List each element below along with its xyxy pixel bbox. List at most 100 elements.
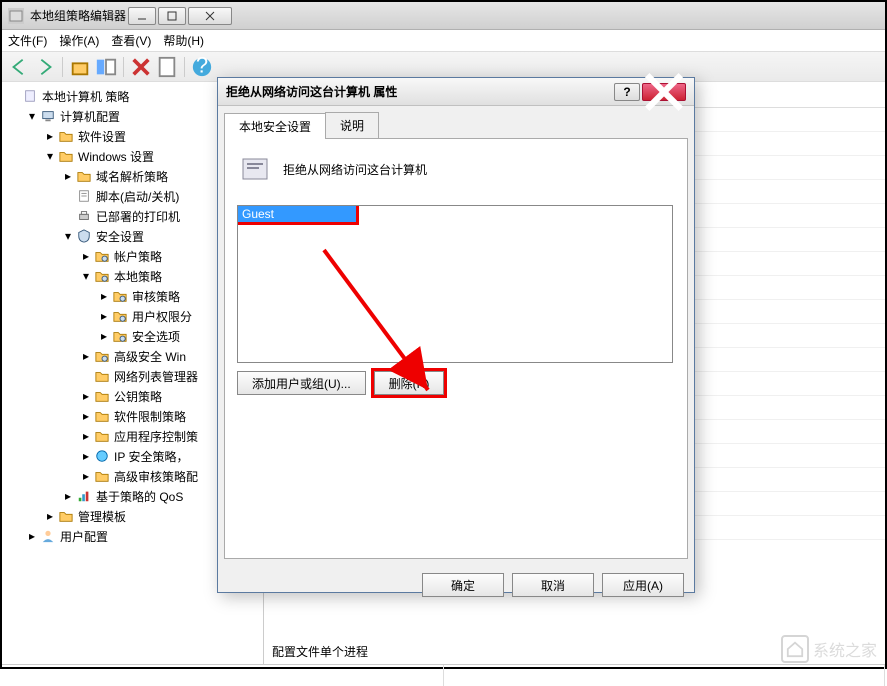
- expand-icon[interactable]: ▸: [80, 350, 92, 362]
- expand-icon[interactable]: [8, 90, 20, 102]
- tree-label: 已部署的打印机: [96, 208, 180, 225]
- tab-content: 拒绝从网络访问这台计算机 Guest 添加用户或组(U)... 删除(R): [224, 139, 688, 559]
- folder-icon: [58, 508, 74, 524]
- menubar: 文件(F) 操作(A) 查看(V) 帮助(H): [2, 30, 885, 52]
- up-icon[interactable]: [69, 56, 91, 78]
- show-hide-icon[interactable]: [95, 56, 117, 78]
- separator: [123, 57, 124, 77]
- expand-icon[interactable]: ▸: [80, 430, 92, 442]
- tree-label: 管理模板: [78, 508, 126, 525]
- right-bottom-item[interactable]: 配置文件单个进程: [272, 643, 368, 660]
- folder-sec-icon: [94, 268, 110, 284]
- tree-label: 高级安全 Win: [114, 348, 186, 365]
- tree-label: 基于策略的 QoS: [96, 488, 183, 505]
- window-buttons: [126, 7, 232, 25]
- tree-label: 脚本(启动/关机): [96, 188, 179, 205]
- menu-action[interactable]: 操作(A): [59, 32, 99, 49]
- close-button[interactable]: [188, 7, 232, 25]
- expand-icon[interactable]: ▸: [80, 390, 92, 402]
- cancel-button[interactable]: 取消: [512, 573, 594, 597]
- folder-icon: [58, 148, 74, 164]
- tree-label: 高级审核策略配: [114, 468, 198, 485]
- folder-icon: [94, 388, 110, 404]
- tree-label: 软件限制策略: [114, 408, 186, 425]
- menu-view[interactable]: 查看(V): [111, 32, 151, 49]
- expand-icon[interactable]: ▸: [44, 130, 56, 142]
- delete-button[interactable]: 删除(R): [374, 371, 445, 395]
- menu-help[interactable]: 帮助(H): [163, 32, 204, 49]
- ipsec-icon: [94, 448, 110, 464]
- tree-label: 审核策略: [132, 288, 180, 305]
- folder-icon: [94, 408, 110, 424]
- expand-icon[interactable]: ▸: [98, 290, 110, 302]
- ok-button[interactable]: 确定: [422, 573, 504, 597]
- tree-label: Windows 设置: [78, 148, 154, 165]
- expand-icon[interactable]: ▸: [26, 530, 38, 542]
- expand-icon[interactable]: ▸: [62, 490, 74, 502]
- user-icon: [40, 528, 56, 544]
- tree-label: 安全选项: [132, 328, 180, 345]
- users-listbox[interactable]: Guest: [237, 205, 673, 363]
- expand-icon[interactable]: ▸: [98, 330, 110, 342]
- expand-icon[interactable]: ▸: [44, 510, 56, 522]
- printer-icon: [76, 208, 92, 224]
- expand-icon[interactable]: ▾: [26, 110, 38, 122]
- expand-icon[interactable]: ▸: [80, 470, 92, 482]
- policy-header: 拒绝从网络访问这台计算机: [237, 151, 675, 187]
- expand-icon[interactable]: ▾: [44, 150, 56, 162]
- back-icon[interactable]: [8, 56, 30, 78]
- properties-dialog: 拒绝从网络访问这台计算机 属性 ? 本地安全设置 说明 拒绝从网络访问这台计算机…: [217, 77, 695, 593]
- separator: [184, 57, 185, 77]
- properties-icon[interactable]: [156, 56, 178, 78]
- minimize-button[interactable]: [128, 7, 156, 25]
- main-title: 本地组策略编辑器: [30, 7, 126, 24]
- expand-icon[interactable]: ▸: [62, 170, 74, 182]
- folder-sec-icon: [112, 328, 128, 344]
- help-icon[interactable]: ?: [191, 56, 213, 78]
- apply-button[interactable]: 应用(A): [602, 573, 684, 597]
- dialog-titlebar: 拒绝从网络访问这台计算机 属性 ?: [218, 78, 694, 106]
- expand-icon[interactable]: ▸: [80, 450, 92, 462]
- qos-icon: [76, 488, 92, 504]
- expand-icon[interactable]: [62, 190, 74, 202]
- tab-explanation[interactable]: 说明: [325, 112, 379, 138]
- folder-icon: [58, 128, 74, 144]
- expand-icon[interactable]: ▸: [80, 250, 92, 262]
- policy-label: 拒绝从网络访问这台计算机: [283, 161, 427, 178]
- watermark-text: 系统之家: [813, 637, 877, 661]
- expand-icon[interactable]: ▸: [98, 310, 110, 322]
- menu-file[interactable]: 文件(F): [8, 32, 47, 49]
- expand-icon[interactable]: [80, 370, 92, 382]
- folder-icon: [94, 468, 110, 484]
- tree-label: 网络列表管理器: [114, 368, 198, 385]
- folder-sec-icon: [112, 288, 128, 304]
- statusbar-cell: [2, 665, 444, 686]
- dialog-close-button[interactable]: [642, 83, 686, 101]
- tree-label: 域名解析策略: [96, 168, 168, 185]
- watermark: 系统之家: [781, 635, 877, 663]
- folder-sec-icon: [94, 348, 110, 364]
- dialog-footer: 确定 取消 应用(A): [218, 565, 694, 605]
- expand-icon[interactable]: ▾: [62, 230, 74, 242]
- folder-sec-icon: [94, 248, 110, 264]
- folder-icon: [94, 428, 110, 444]
- tree-label: 本地计算机 策略: [42, 88, 129, 105]
- expand-icon[interactable]: ▾: [80, 270, 92, 282]
- script-icon: [76, 188, 92, 204]
- maximize-button[interactable]: [158, 7, 186, 25]
- main-titlebar: 本地组策略编辑器: [2, 2, 885, 30]
- statusbar-cell: [444, 665, 886, 686]
- add-user-button[interactable]: 添加用户或组(U)...: [237, 371, 366, 395]
- expand-icon[interactable]: ▸: [80, 410, 92, 422]
- delete-icon[interactable]: [130, 56, 152, 78]
- dialog-help-button[interactable]: ?: [614, 83, 640, 101]
- folder-sec-icon: [112, 308, 128, 324]
- security-icon: [76, 228, 92, 244]
- forward-icon[interactable]: [34, 56, 56, 78]
- list-item-guest[interactable]: Guest: [238, 206, 356, 222]
- computer-icon: [40, 108, 56, 124]
- expand-icon[interactable]: [62, 210, 74, 222]
- dialog-title: 拒绝从网络访问这台计算机 属性: [226, 83, 614, 100]
- tree-label: 帐户策略: [114, 248, 162, 265]
- tab-local-security[interactable]: 本地安全设置: [224, 113, 326, 139]
